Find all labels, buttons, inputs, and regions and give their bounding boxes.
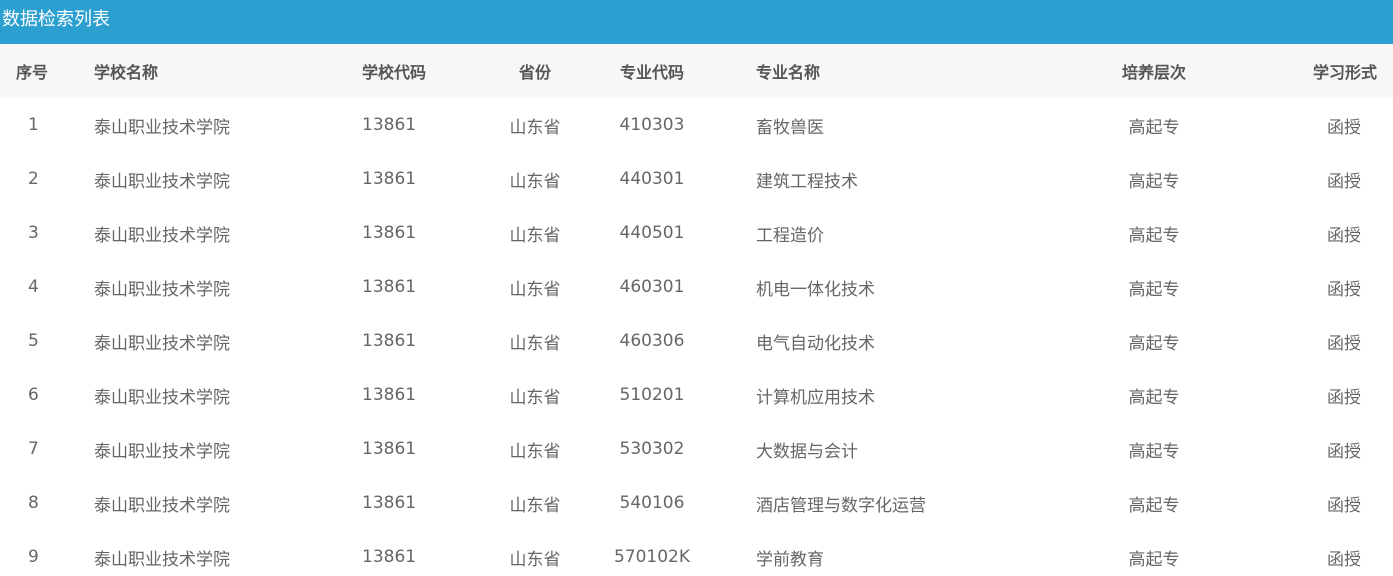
header-major-name: 专业名称 [756, 63, 821, 82]
cell-school-code: 13861 [362, 169, 417, 189]
header-study-form: 学习形式 [1312, 63, 1377, 82]
cell-school-name: 泰山职业技术学院 [94, 225, 230, 246]
header-level: 培养层次 [1121, 63, 1186, 82]
table-row: 7 泰山职业技术学院 13861 山东省 530302 大数据与会计 高起专 函… [0, 422, 1393, 476]
cell-province: 山东省 [509, 495, 561, 516]
cell-index: 9 [28, 547, 39, 567]
cell-school-name: 泰山职业技术学院 [94, 495, 230, 516]
cell-level: 高起专 [1128, 549, 1180, 570]
cell-major-code: 410303 [619, 115, 685, 135]
cell-school-name: 泰山职业技术学院 [94, 387, 230, 408]
cell-major-name: 酒店管理与数字化运营 [756, 495, 926, 516]
cell-major-name: 畜牧兽医 [756, 117, 824, 138]
cell-school-name: 泰山职业技术学院 [94, 549, 230, 570]
cell-index: 8 [28, 493, 39, 513]
table-row: 5 泰山职业技术学院 13861 山东省 460306 电气自动化技术 高起专 … [0, 314, 1393, 368]
cell-level: 高起专 [1128, 495, 1180, 516]
table-row: 1 泰山职业技术学院 13861 山东省 410303 畜牧兽医 高起专 函授 [0, 98, 1393, 152]
cell-level: 高起专 [1128, 225, 1180, 246]
cell-level: 高起专 [1128, 279, 1180, 300]
header-index: 序号 [16, 63, 49, 82]
cell-major-name: 建筑工程技术 [756, 171, 858, 192]
cell-school-code: 13861 [362, 331, 417, 351]
cell-major-code: 460301 [619, 277, 685, 297]
cell-school-name: 泰山职业技术学院 [94, 279, 230, 300]
cell-study-form: 函授 [1327, 279, 1361, 300]
cell-level: 高起专 [1128, 117, 1180, 138]
cell-index: 5 [28, 331, 39, 351]
cell-school-name: 泰山职业技术学院 [94, 117, 230, 138]
header-major-code: 专业代码 [619, 63, 684, 82]
cell-study-form: 函授 [1327, 225, 1361, 246]
cell-school-code: 13861 [362, 385, 417, 405]
cell-major-code: 510201 [619, 385, 685, 405]
cell-major-code: 570102K [613, 547, 691, 567]
table-row: 4 泰山职业技术学院 13861 山东省 460301 机电一体化技术 高起专 … [0, 260, 1393, 314]
cell-major-code: 440301 [619, 169, 685, 189]
table-row: 3 泰山职业技术学院 13861 山东省 440501 工程造价 高起专 函授 [0, 206, 1393, 260]
cell-school-name: 泰山职业技术学院 [94, 441, 230, 462]
cell-major-name: 大数据与会计 [756, 441, 858, 462]
cell-school-name: 泰山职业技术学院 [94, 171, 230, 192]
cell-province: 山东省 [509, 279, 561, 300]
cell-major-name: 学前教育 [756, 549, 824, 570]
cell-study-form: 函授 [1327, 117, 1361, 138]
cell-index: 1 [28, 115, 39, 135]
cell-study-form: 函授 [1327, 171, 1361, 192]
cell-province: 山东省 [509, 549, 561, 570]
header-school-name: 学校名称 [94, 63, 159, 82]
cell-level: 高起专 [1128, 441, 1180, 462]
table-row: 8 泰山职业技术学院 13861 山东省 540106 酒店管理与数字化运营 高… [0, 476, 1393, 530]
cell-study-form: 函授 [1327, 549, 1361, 570]
cell-province: 山东省 [509, 117, 561, 138]
cell-index: 3 [28, 223, 39, 243]
cell-school-code: 13861 [362, 493, 417, 513]
cell-level: 高起专 [1128, 387, 1180, 408]
header-school-code: 学校代码 [362, 63, 427, 82]
cell-major-name: 计算机应用技术 [756, 387, 875, 408]
cell-index: 2 [28, 169, 39, 189]
cell-province: 山东省 [509, 387, 561, 408]
header-province: 省份 [518, 63, 551, 82]
cell-school-code: 13861 [362, 115, 417, 135]
cell-school-name: 泰山职业技术学院 [94, 333, 230, 354]
cell-province: 山东省 [509, 225, 561, 246]
cell-index: 4 [28, 277, 39, 297]
table-body: 1 泰山职业技术学院 13861 山东省 410303 畜牧兽医 高起专 函授 … [0, 98, 1393, 576]
table-row: 2 泰山职业技术学院 13861 山东省 440301 建筑工程技术 高起专 函… [0, 152, 1393, 206]
cell-study-form: 函授 [1327, 333, 1361, 354]
data-search-panel: 数据检索列表 序号 学校名称 学校代码 省份 专业代码 专业名称 培养层次 学习… [0, 0, 1393, 576]
cell-province: 山东省 [509, 171, 561, 192]
table-header: 序号 学校名称 学校代码 省份 专业代码 专业名称 培养层次 学习形式 [0, 44, 1393, 98]
table-row: 9 泰山职业技术学院 13861 山东省 570102K 学前教育 高起专 函授 [0, 530, 1393, 576]
cell-level: 高起专 [1128, 171, 1180, 192]
cell-study-form: 函授 [1327, 441, 1361, 462]
cell-index: 6 [28, 385, 39, 405]
cell-major-code: 530302 [619, 439, 685, 459]
cell-school-code: 13861 [362, 223, 417, 243]
cell-major-code: 440501 [619, 223, 685, 243]
cell-major-code: 540106 [619, 493, 685, 513]
header-row: 序号 学校名称 学校代码 省份 专业代码 专业名称 培养层次 学习形式 [0, 44, 1393, 98]
cell-major-name: 电气自动化技术 [756, 333, 875, 354]
cell-school-code: 13861 [362, 277, 417, 297]
cell-level: 高起专 [1128, 333, 1180, 354]
cell-index: 7 [28, 439, 39, 459]
table-row: 6 泰山职业技术学院 13861 山东省 510201 计算机应用技术 高起专 … [0, 368, 1393, 422]
cell-major-name: 机电一体化技术 [756, 279, 875, 300]
data-table: 序号 学校名称 学校代码 省份 专业代码 专业名称 培养层次 学习形式 1 泰山… [0, 44, 1393, 576]
cell-province: 山东省 [509, 441, 561, 462]
cell-study-form: 函授 [1327, 387, 1361, 408]
cell-major-name: 工程造价 [756, 225, 824, 246]
cell-province: 山东省 [509, 333, 561, 354]
cell-study-form: 函授 [1327, 495, 1361, 516]
panel-title: 数据检索列表 [0, 0, 1393, 44]
cell-school-code: 13861 [362, 439, 417, 459]
cell-major-code: 460306 [619, 331, 685, 351]
cell-school-code: 13861 [362, 547, 417, 567]
